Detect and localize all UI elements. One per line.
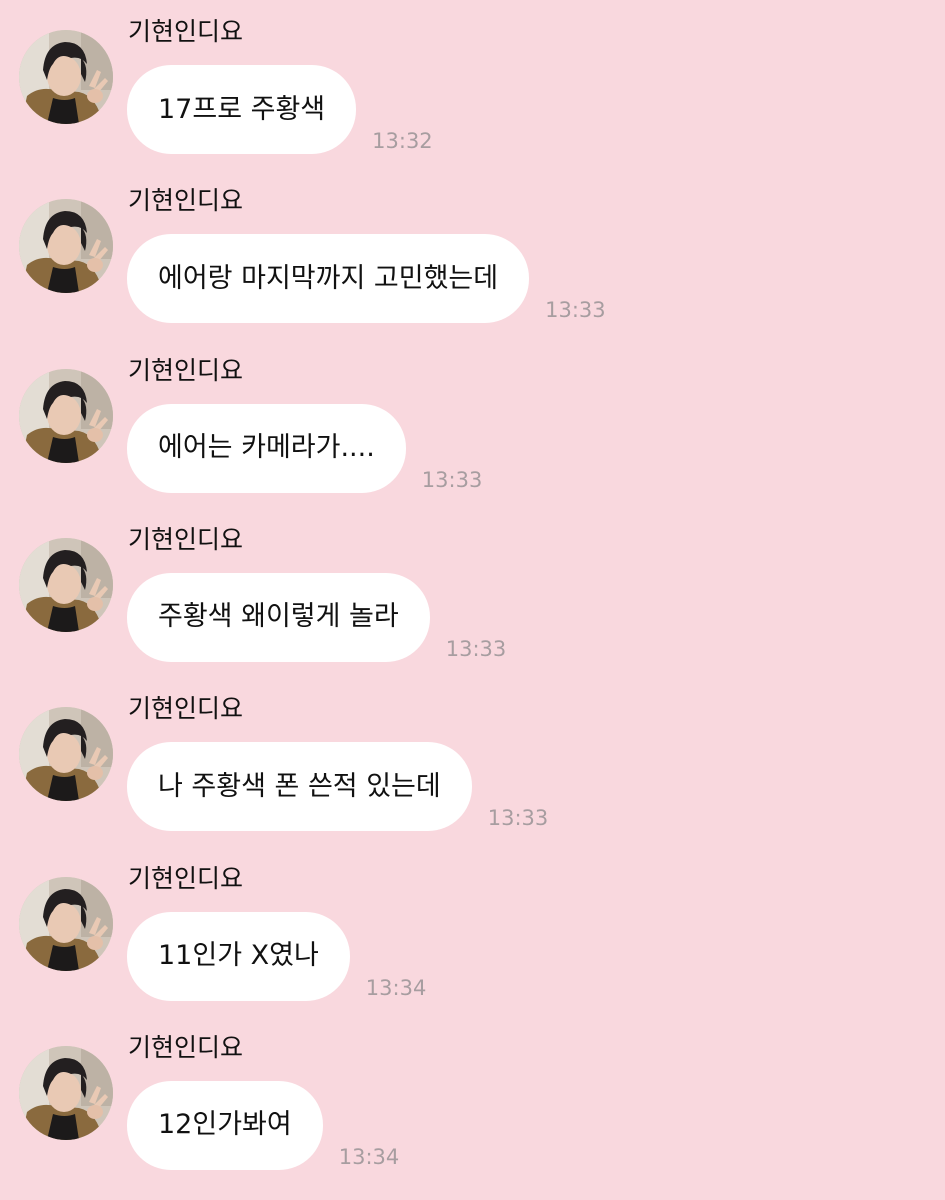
sender-avatar[interactable] [19, 707, 113, 802]
message-bubble[interactable]: 17프로 주황색 [127, 65, 357, 154]
sender-avatar[interactable] [19, 30, 113, 124]
message-row: 기현인디요 17프로 주황색 13:32 [0, 0, 945, 160]
profile-photo-icon [19, 707, 113, 802]
message-timestamp: 13:34 [338, 1144, 400, 1169]
sender-avatar[interactable] [19, 537, 113, 632]
sender-avatar[interactable] [19, 876, 113, 971]
message-bubble[interactable]: 에어는 카메라가.... [127, 403, 406, 493]
message-row: 기현인디요에어는 카메라가.... 13:33 [0, 339, 945, 499]
sender-name: 기현인디요 [128, 863, 244, 893]
sender-name: 기현인디요 [128, 1032, 244, 1062]
profile-photo-icon [19, 1045, 113, 1140]
sender-name: 기현인디요 [128, 694, 244, 724]
message-timestamp: 13:33 [445, 636, 507, 661]
profile-photo-icon [19, 30, 113, 124]
sender-avatar[interactable] [19, 199, 113, 294]
message-timestamp: 13:34 [365, 975, 427, 1000]
message-timestamp: 13:33 [545, 298, 606, 323]
message-row: 기현인디요에어랑 마지막까지 고민했는데 13:33 [0, 169, 945, 329]
message-bubble[interactable]: 12인가봐여 [127, 1080, 323, 1170]
message-timestamp: 13:33 [421, 467, 483, 492]
sender-name: 기현인디요 [128, 524, 244, 554]
profile-photo-icon [19, 876, 113, 971]
chat-message-list[interactable]: 기현인디요 17프로 주황색 13:32 기현인디요 에어랑 마지막까지 고민했는데 1… [0, 0, 945, 1200]
message-row: 기현인디요나 주황색 폰 쓴적 있는데 13:33 [0, 677, 945, 837]
message-text: 11인가 X였나 [158, 940, 319, 971]
message-bubble[interactable]: 나 주황색 폰 쓴적 있는데 [127, 742, 472, 832]
message-row: 기현인디요 11인가 X였나 13:34 [0, 847, 945, 1007]
message-row: 기현인디요 12인가봐여 13:34 [0, 1016, 945, 1176]
message-bubble[interactable]: 에어랑 마지막까지 고민했는데 [127, 234, 530, 324]
profile-photo-icon [19, 537, 113, 632]
message-row: 기현인디요주황색 왜이렇게 놀라 13:33 [0, 508, 945, 668]
profile-photo-icon [19, 199, 113, 294]
message-text: 에어는 카메라가.... [158, 432, 375, 464]
message-text: 나 주황색 폰 쓴적 있는데 [158, 770, 441, 802]
sender-name: 기현인디요 [128, 17, 244, 46]
message-timestamp: 13:33 [487, 806, 549, 831]
message-timestamp: 13:32 [372, 129, 433, 153]
message-text: 12인가봐여 [158, 1109, 292, 1141]
sender-name: 기현인디요 [128, 186, 244, 216]
sender-avatar[interactable] [19, 1045, 113, 1140]
message-bubble[interactable]: 주황색 왜이렇게 놀라 [127, 572, 430, 662]
sender-name: 기현인디요 [128, 355, 244, 385]
message-text: 에어랑 마지막까지 고민했는데 [158, 262, 499, 294]
message-text: 주황색 왜이렇게 놀라 [158, 601, 399, 633]
message-bubble[interactable]: 11인가 X였나 [127, 911, 350, 1001]
profile-photo-icon [19, 368, 113, 463]
message-text: 17프로 주황색 [158, 93, 326, 125]
sender-avatar[interactable] [19, 368, 113, 463]
